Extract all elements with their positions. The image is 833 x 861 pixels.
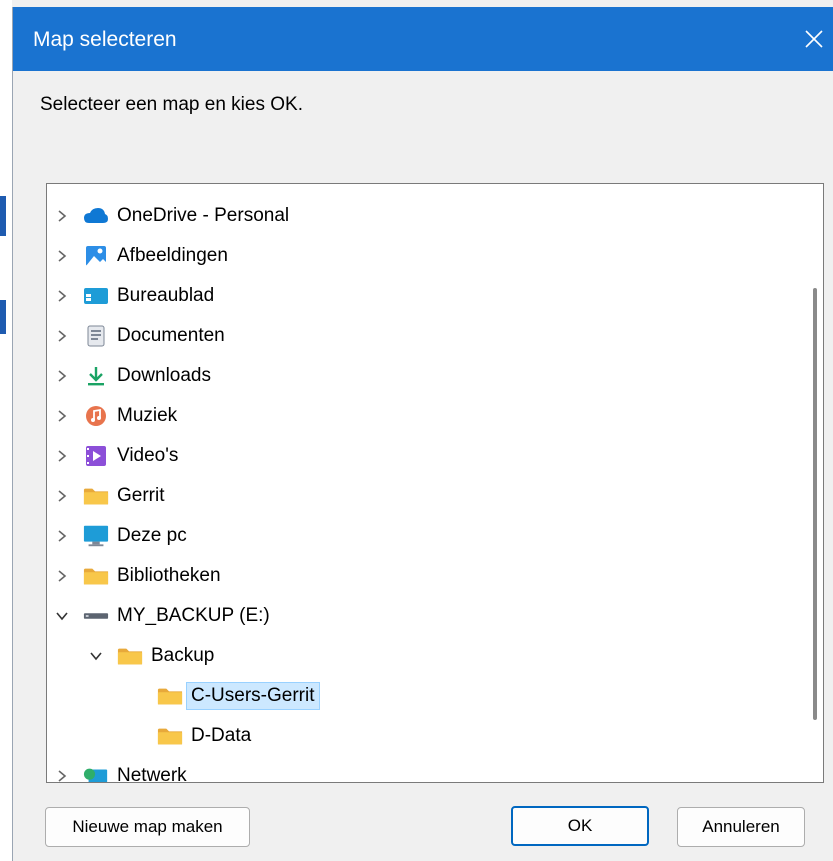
folder-icon	[83, 564, 109, 588]
chevron-right-icon[interactable]	[53, 567, 71, 585]
tree-item-label: Backup	[151, 645, 215, 666]
tree-item-label: C-Users-Gerrit	[186, 682, 320, 710]
computer-icon	[83, 524, 109, 548]
tree-item-label: Documenten	[117, 325, 225, 346]
tree-item-netwerk[interactable]: Netwerk	[53, 756, 187, 783]
music-icon	[83, 404, 109, 428]
folder-tree[interactable]: OneDrive - Personal Afbeeldingen Bureaub…	[46, 183, 824, 783]
drive-icon	[83, 604, 109, 628]
chevron-right-icon[interactable]	[53, 767, 71, 782]
tree-item-label: Bureaublad	[117, 285, 215, 306]
new-folder-button[interactable]: Nieuwe map maken	[45, 807, 250, 847]
tree-item-label: MY_BACKUP (E:)	[117, 605, 270, 626]
tree-item-label: Deze pc	[117, 525, 187, 546]
tree-item-downloads[interactable]: Downloads	[53, 356, 211, 396]
video-icon	[83, 444, 109, 468]
close-icon	[805, 30, 823, 48]
tree-item-label: Bibliotheken	[117, 565, 221, 586]
tree-item-bureaublad[interactable]: Bureaublad	[53, 276, 214, 316]
chevron-down-icon[interactable]	[87, 647, 105, 665]
network-icon	[83, 764, 109, 782]
folder-icon	[117, 644, 143, 668]
title-bar: Map selecteren	[13, 7, 833, 71]
chevron-right-icon[interactable]	[53, 367, 71, 385]
chevron-right-icon[interactable]	[53, 447, 71, 465]
tree-item-deze-pc[interactable]: Deze pc	[53, 516, 187, 556]
folder-select-dialog: Map selecteren Selecteer een map en kies…	[12, 7, 833, 861]
tree-item-videos[interactable]: Video's	[53, 436, 178, 476]
instruction-text: Selecteer een map en kies OK.	[40, 94, 303, 115]
cloud-icon	[83, 204, 109, 228]
tree-item-muziek[interactable]: Muziek	[53, 396, 177, 436]
tree-item-label: D-Data	[191, 725, 252, 746]
download-icon	[83, 364, 109, 388]
chevron-right-icon[interactable]	[53, 487, 71, 505]
chevron-right-icon[interactable]	[53, 247, 71, 265]
desktop-icon	[83, 284, 109, 308]
tree-item-label: Video's	[117, 445, 179, 466]
dialog-title: Map selecteren	[33, 28, 177, 51]
tree-item-label: Afbeeldingen	[117, 245, 228, 266]
tree-item-afbeeldingen[interactable]: Afbeeldingen	[53, 236, 228, 276]
tree-item-c-users-gerrit[interactable]: C-Users-Gerrit	[157, 676, 320, 716]
background-window-edge	[0, 0, 12, 861]
tree-item-onedrive[interactable]: OneDrive - Personal	[53, 196, 289, 236]
chevron-right-icon[interactable]	[53, 327, 71, 345]
pictures-icon	[83, 244, 109, 268]
chevron-down-icon[interactable]	[53, 607, 71, 625]
vertical-scrollbar[interactable]	[813, 288, 817, 720]
tree-item-label: Muziek	[117, 405, 178, 426]
tree-item-documenten[interactable]: Documenten	[53, 316, 225, 356]
tree-item-gerrit[interactable]: Gerrit	[53, 476, 165, 516]
chevron-right-icon[interactable]	[53, 407, 71, 425]
background-accent	[0, 196, 6, 236]
folder-icon	[157, 684, 183, 708]
tree-item-label: Gerrit	[117, 485, 165, 506]
tree-item-my-backup[interactable]: MY_BACKUP (E:)	[53, 596, 270, 636]
documents-icon	[83, 324, 109, 348]
tree-item-bibliotheken[interactable]: Bibliotheken	[53, 556, 221, 596]
close-button[interactable]	[794, 7, 833, 71]
cancel-button[interactable]: Annuleren	[677, 807, 805, 847]
background-accent	[0, 300, 6, 334]
chevron-right-icon[interactable]	[53, 287, 71, 305]
tree-item-backup[interactable]: Backup	[87, 636, 214, 676]
folder-icon	[83, 484, 109, 508]
ok-button[interactable]: OK	[511, 806, 649, 846]
chevron-right-icon[interactable]	[53, 207, 71, 225]
folder-icon	[157, 724, 183, 748]
tree-item-label: Netwerk	[117, 765, 187, 783]
tree-item-label: Downloads	[117, 365, 211, 386]
chevron-right-icon[interactable]	[53, 527, 71, 545]
tree-item-label: OneDrive - Personal	[117, 205, 290, 226]
tree-item-d-data[interactable]: D-Data	[157, 716, 251, 756]
